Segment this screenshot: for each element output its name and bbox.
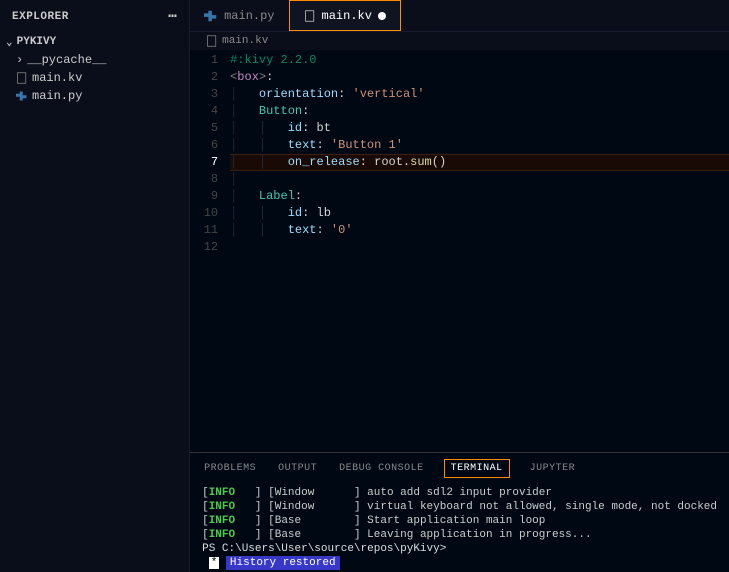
- file-icon: [206, 35, 218, 47]
- panel-tab-output[interactable]: OUTPUT: [276, 459, 319, 478]
- code-line[interactable]: │ │ on_release: root.sum(): [230, 154, 729, 171]
- terminal-line: [INFO ] [Window ] auto add sdl2 input pr…: [202, 486, 717, 500]
- breadcrumb-label: main.kv: [222, 35, 268, 47]
- line-number: 5: [190, 120, 230, 137]
- line-number: 9: [190, 188, 230, 205]
- code-line[interactable]: │ │ id: lb: [230, 205, 729, 222]
- code-line[interactable]: │ orientation: 'vertical': [230, 86, 729, 103]
- line-number: 2: [190, 69, 230, 86]
- panel-tabs: PROBLEMS OUTPUT DEBUG CONSOLE TERMINAL JUPYT…: [190, 453, 729, 478]
- project-root[interactable]: ⌄ PYKIVY: [0, 33, 189, 51]
- line-number: 11: [190, 222, 230, 239]
- chevron-down-icon: ⌄: [6, 35, 13, 49]
- line-number: 10: [190, 205, 230, 222]
- breadcrumb[interactable]: main.kv: [190, 32, 729, 50]
- panel-tab-jupyter[interactable]: JUPYTER: [528, 459, 578, 478]
- panel-tab-debug-console[interactable]: DEBUG CONSOLE: [337, 459, 426, 478]
- tab-label: main.py: [224, 9, 274, 23]
- explorer-sidebar: EXPLORER ⋯ ⌄ PYKIVY › __pycache__ main.k…: [0, 0, 190, 572]
- tree-file-kv[interactable]: main.kv: [8, 69, 189, 87]
- file-tree: › __pycache__ main.kv main.py: [0, 51, 189, 105]
- code-line[interactable]: │ │ id: bt: [230, 120, 729, 137]
- terminal-output[interactable]: [INFO ] [Window ] auto add sdl2 input pr…: [190, 478, 729, 572]
- terminal-line: [INFO ] [Base ] Leaving application in p…: [202, 528, 717, 542]
- python-icon: [204, 9, 218, 23]
- tree-item-label: __pycache__: [27, 53, 106, 67]
- explorer-title: EXPLORER: [12, 11, 69, 23]
- chevron-right-icon: ›: [16, 53, 23, 67]
- code-line[interactable]: │ Label:: [230, 188, 729, 205]
- tree-item-label: main.kv: [32, 71, 82, 85]
- line-number: 4: [190, 103, 230, 120]
- tab-main-kv[interactable]: main.kv: [289, 0, 401, 31]
- tree-item-label: main.py: [32, 89, 82, 103]
- terminal-prompt[interactable]: PS C:\Users\User\source\repos\pyKivy>: [202, 542, 717, 556]
- dirty-indicator-icon: [378, 12, 386, 20]
- line-number: 6: [190, 137, 230, 154]
- code-line[interactable]: │ │ text: 'Button 1': [230, 137, 729, 154]
- line-number: 12: [190, 239, 230, 256]
- python-icon: [16, 90, 28, 102]
- explorer-more-icon[interactable]: ⋯: [168, 8, 177, 25]
- line-number: 7: [190, 154, 230, 171]
- code-line[interactable]: │ Button:: [230, 103, 729, 120]
- code-line[interactable]: <box>:: [230, 69, 729, 86]
- explorer-header: EXPLORER ⋯: [0, 0, 189, 33]
- line-gutter: 123456789101112: [190, 50, 230, 452]
- project-label: PYKIVY: [17, 36, 57, 48]
- panel-tab-terminal[interactable]: TERMINAL: [444, 459, 510, 478]
- terminal-history-restored: * History restored: [202, 556, 717, 570]
- line-number: 8: [190, 171, 230, 188]
- code-line[interactable]: │ │ text: '0': [230, 222, 729, 239]
- tab-main-py[interactable]: main.py: [190, 0, 288, 31]
- bottom-panel: PROBLEMS OUTPUT DEBUG CONSOLE TERMINAL JUPYT…: [190, 452, 729, 572]
- line-number: 1: [190, 52, 230, 69]
- tree-folder[interactable]: › __pycache__: [8, 51, 189, 69]
- tab-label: main.kv: [322, 9, 372, 23]
- code-line[interactable]: │: [230, 171, 729, 188]
- code-line[interactable]: [230, 239, 729, 256]
- line-number: 3: [190, 86, 230, 103]
- tree-file-py[interactable]: main.py: [8, 87, 189, 105]
- editor-tabs: main.py main.kv: [190, 0, 729, 32]
- file-icon: [16, 72, 28, 84]
- terminal-line: [INFO ] [Window ] virtual keyboard not a…: [202, 500, 717, 514]
- panel-tab-problems[interactable]: PROBLEMS: [202, 459, 258, 478]
- main-area: main.py main.kv main.kv 123456789101112 …: [190, 0, 729, 572]
- terminal-line: [INFO ] [Base ] Start application main l…: [202, 514, 717, 528]
- file-icon: [304, 10, 316, 22]
- code-editor[interactable]: 123456789101112 #:kivy 2.2.0<box>:│ orie…: [190, 50, 729, 452]
- code-line[interactable]: #:kivy 2.2.0: [230, 52, 729, 69]
- code-content[interactable]: #:kivy 2.2.0<box>:│ orientation: 'vertic…: [230, 50, 729, 452]
